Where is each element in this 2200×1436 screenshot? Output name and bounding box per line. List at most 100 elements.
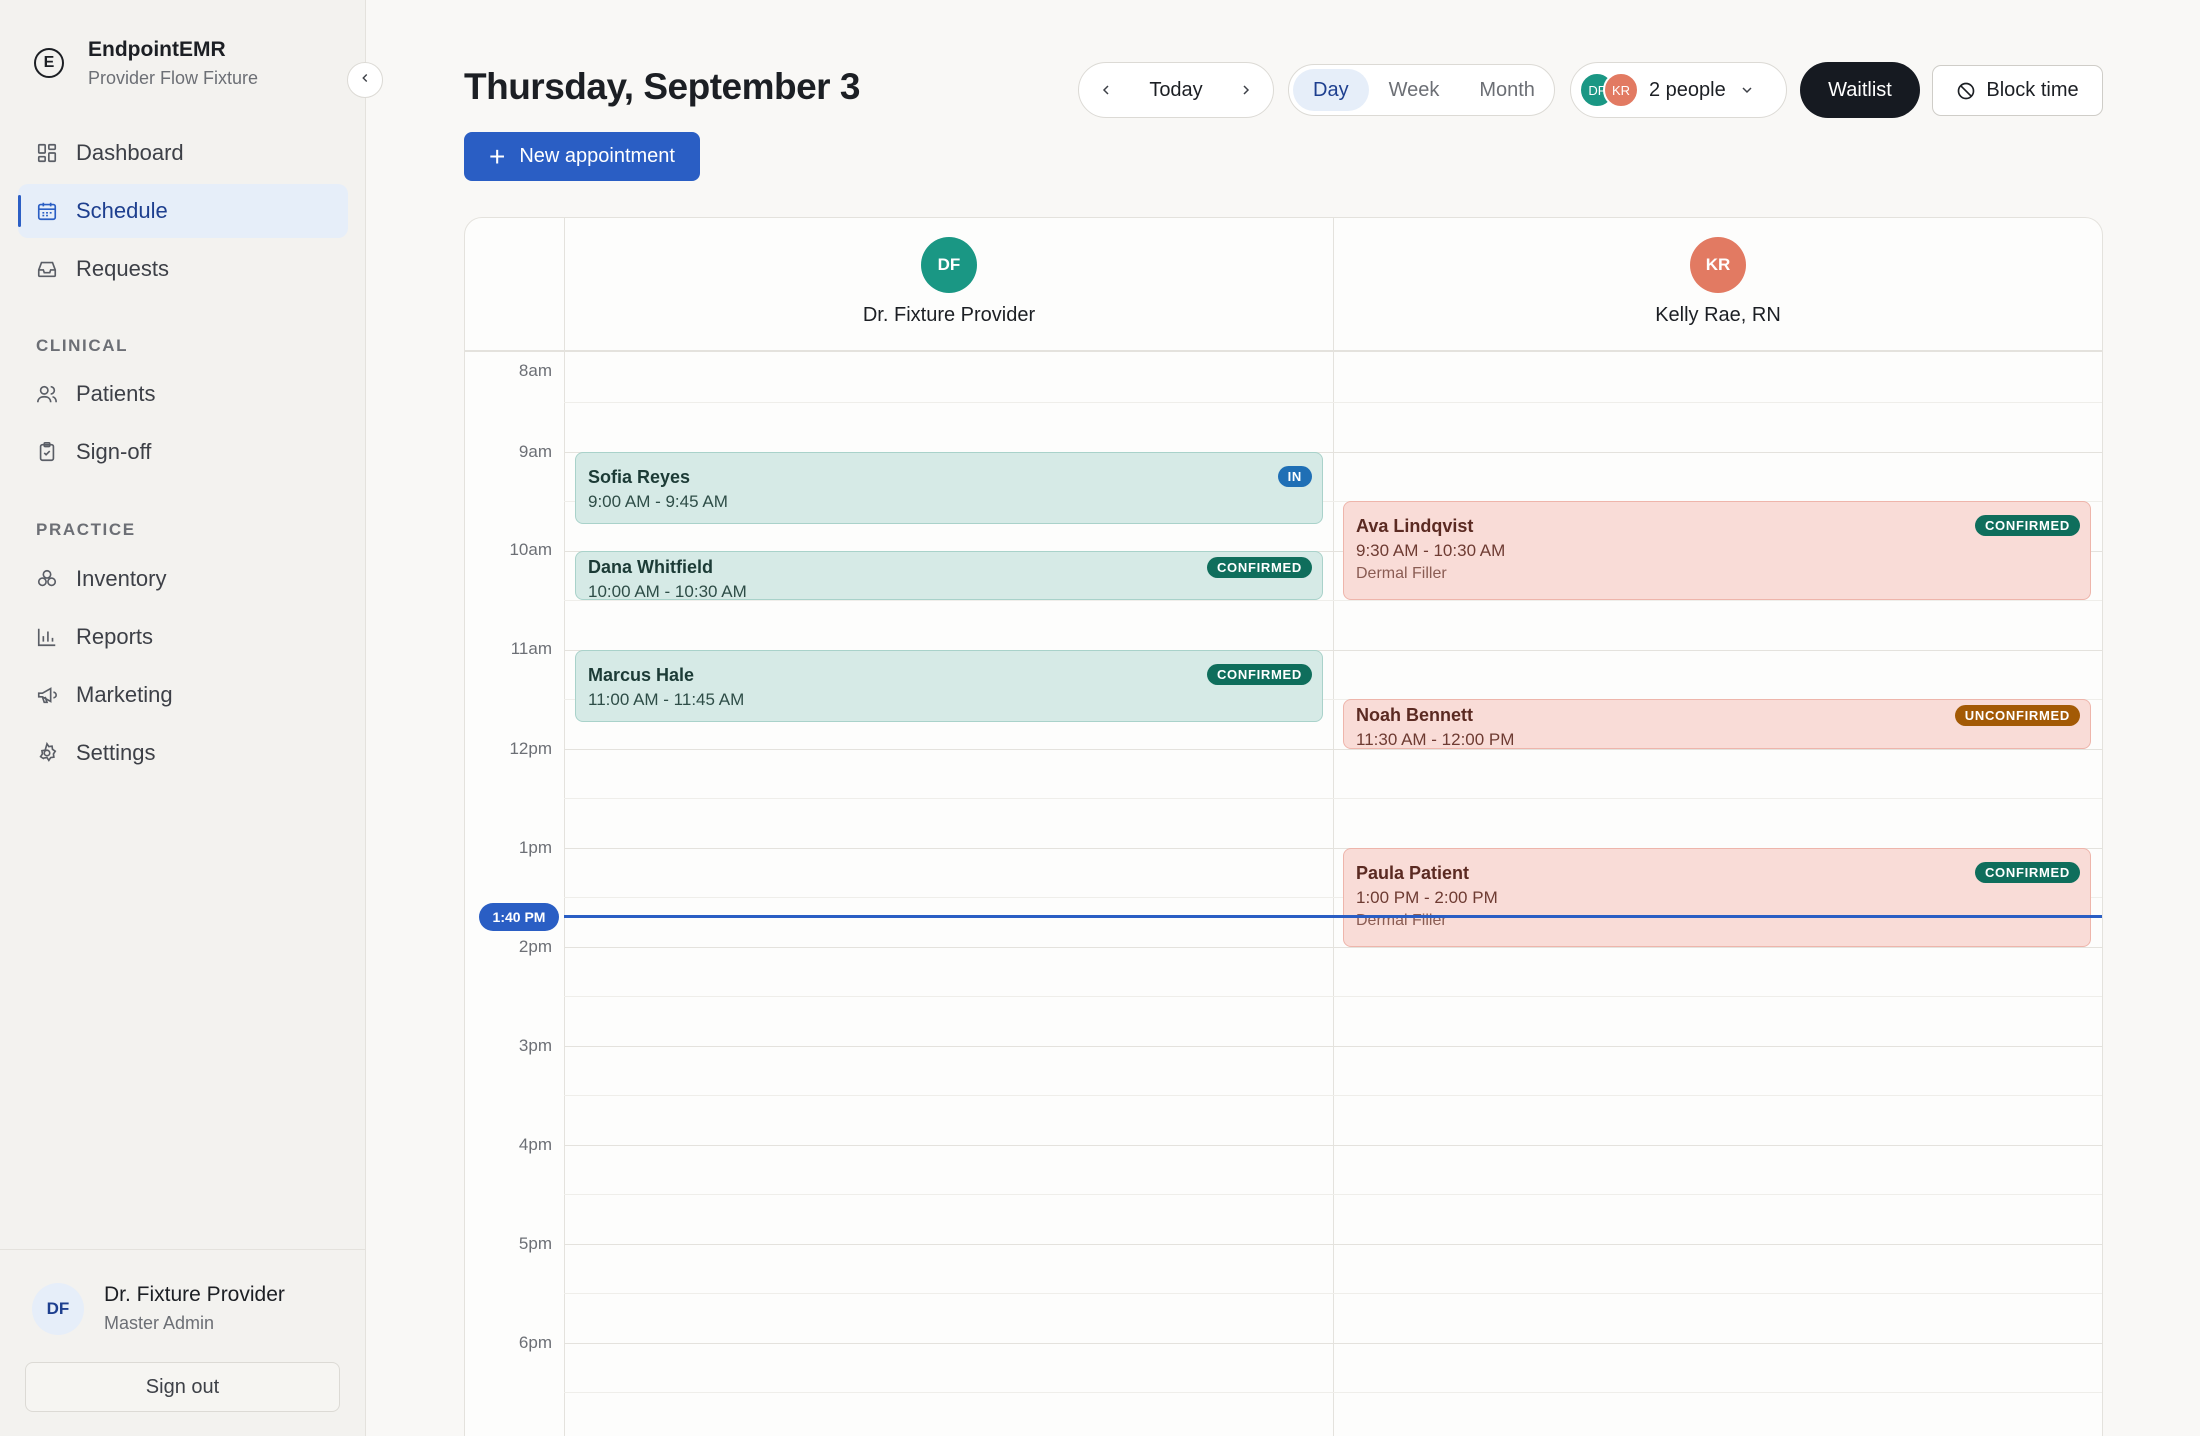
hour-label: 9am <box>518 442 552 461</box>
previous-day-button[interactable] <box>1097 81 1115 99</box>
view-day-button[interactable]: Day <box>1293 69 1369 111</box>
appointment-card[interactable]: Ava Lindqvist 9:30 AM - 10:30 AM Dermal … <box>1343 501 2091 600</box>
waitlist-button[interactable]: Waitlist <box>1800 62 1920 118</box>
hour-line <box>564 1244 2102 1245</box>
hour-label: 1pm <box>518 838 552 857</box>
half-hour-line <box>564 1095 2102 1096</box>
appointment-time: 9:00 AM - 9:45 AM <box>588 492 728 511</box>
provider-column-header[interactable]: KR Kelly Rae, RN <box>1334 218 2102 352</box>
sidebar-item-schedule[interactable]: Schedule <box>18 184 348 238</box>
half-hour-line <box>564 798 2102 799</box>
chevron-down-icon <box>1738 81 1756 99</box>
hour-line <box>564 749 2102 750</box>
status-badge: CONFIRMED <box>1206 664 1312 685</box>
patient-name: Ava Lindqvist <box>1356 516 1474 536</box>
appointment-card[interactable]: Noah Bennett 11:30 AM - 12:00 PM UNCONFI… <box>1343 699 2091 749</box>
avatar[interactable]: DF <box>32 1283 84 1335</box>
today-button[interactable]: Today <box>1149 79 1202 102</box>
half-hour-line <box>564 1194 2102 1195</box>
dashboard-icon <box>36 142 58 164</box>
avatar: DF <box>921 237 977 293</box>
hour-label: 8am <box>518 361 552 380</box>
sign-out-button[interactable]: Sign out <box>25 1362 340 1412</box>
brand-name: EndpointEMR <box>88 38 226 61</box>
appointment-card[interactable]: Marcus Hale 11:00 AM - 11:45 AM CONFIRME… <box>575 650 1323 722</box>
appointment-card[interactable]: Sofia Reyes 9:00 AM - 9:45 AM IN <box>575 452 1323 524</box>
hour-line <box>564 1145 2102 1146</box>
sidebar-item-label: Dashboard <box>76 140 184 165</box>
people-filter-dropdown[interactable]: DF KR 2 people <box>1570 62 1787 118</box>
half-hour-line <box>564 996 2102 997</box>
appointment-time: 9:30 AM - 10:30 AM <box>1356 541 1506 560</box>
view-week-button[interactable]: Week <box>1369 69 1460 111</box>
calendar-icon <box>36 200 58 222</box>
current-time-line <box>564 915 2102 918</box>
appointment-card[interactable]: Dana Whitfield 10:00 AM - 10:30 AM CONFI… <box>575 551 1323 600</box>
sidebar-item-settings[interactable]: Settings <box>18 726 348 780</box>
user-role: Master Admin <box>104 1313 215 1333</box>
section-label-clinical: CLINICAL <box>36 336 129 355</box>
megaphone-icon <box>36 684 58 706</box>
status-badge: IN <box>1277 466 1312 487</box>
day-calendar: DF Dr. Fixture Provider KR Kelly Rae, RN… <box>464 217 2103 1436</box>
column-divider <box>564 218 565 1436</box>
appointment-card[interactable]: Paula Patient 1:00 PM - 2:00 PM Dermal F… <box>1343 848 2091 947</box>
new-appointment-label: New appointment <box>519 145 675 167</box>
provider-column-header[interactable]: DF Dr. Fixture Provider <box>565 218 1333 352</box>
boxes-icon <box>36 568 58 590</box>
sidebar-item-marketing[interactable]: Marketing <box>18 668 348 722</box>
appointment-time: 10:00 AM - 10:30 AM <box>588 582 747 600</box>
date-navigator: Today <box>1078 62 1274 118</box>
sidebar-item-label: Settings <box>76 740 156 765</box>
users-icon <box>36 383 58 405</box>
avatar: KR <box>1603 72 1639 108</box>
hour-label: 12pm <box>509 739 552 758</box>
sidebar-item-requests[interactable]: Requests <box>18 242 348 296</box>
sidebar-item-reports[interactable]: Reports <box>18 610 348 664</box>
chevron-left-icon <box>358 71 372 90</box>
hour-line <box>564 1046 2102 1047</box>
appointment-time: 11:00 AM - 11:45 AM <box>588 690 745 709</box>
status-badge: CONFIRMED <box>1974 515 2080 536</box>
sidebar-item-inventory[interactable]: Inventory <box>18 552 348 606</box>
inbox-icon <box>36 258 58 280</box>
half-hour-line <box>564 402 2102 403</box>
sidebar-item-label: Marketing <box>76 682 173 707</box>
status-badge: CONFIRMED <box>1974 862 2080 883</box>
hour-line <box>564 1343 2102 1344</box>
sidebar-item-label: Schedule <box>76 198 168 223</box>
block-time-button[interactable]: Block time <box>1932 65 2103 116</box>
collapse-sidebar-button[interactable] <box>347 62 383 98</box>
chevron-left-icon <box>1102 85 1109 95</box>
avatar: KR <box>1690 237 1746 293</box>
ban-icon <box>1958 82 1975 99</box>
provider-name: Kelly Rae, RN <box>1655 304 1781 326</box>
patient-name: Sofia Reyes <box>588 467 691 487</box>
block-time-label: Block time <box>1986 79 2079 101</box>
plus-icon: + <box>488 140 506 172</box>
half-hour-line <box>564 1392 2102 1393</box>
chevron-right-icon <box>1243 85 1250 95</box>
next-day-button[interactable] <box>1237 81 1255 99</box>
sidebar-item-label: Sign-off <box>76 439 152 464</box>
hour-label: 5pm <box>518 1234 552 1253</box>
sidebar-item-sign-off[interactable]: Sign-off <box>18 425 348 479</box>
patient-name: Paula Patient <box>1356 863 1470 883</box>
sidebar-item-patients[interactable]: Patients <box>18 367 348 421</box>
sidebar-item-dashboard[interactable]: Dashboard <box>18 126 348 180</box>
brand[interactable]: E EndpointEMR Provider Flow Fixture <box>34 34 258 89</box>
sidebar-footer: DF Dr. Fixture Provider Master Admin Sig… <box>0 1249 366 1436</box>
logo-icon: E <box>34 48 64 78</box>
bar-chart-icon <box>36 626 58 648</box>
view-toggle: Day Week Month <box>1288 64 1555 116</box>
hour-label: 10am <box>509 540 552 559</box>
sidebar-item-label: Patients <box>76 381 156 406</box>
half-hour-line <box>564 600 2102 601</box>
page-title: Thursday, September 3 <box>464 66 860 107</box>
user-name: Dr. Fixture Provider <box>104 1283 285 1306</box>
hour-line <box>564 947 2102 948</box>
view-month-button[interactable]: Month <box>1459 69 1555 111</box>
sidebar-item-label: Reports <box>76 624 154 649</box>
new-appointment-button[interactable]: + New appointment <box>464 132 700 181</box>
hour-label: 4pm <box>518 1135 552 1154</box>
